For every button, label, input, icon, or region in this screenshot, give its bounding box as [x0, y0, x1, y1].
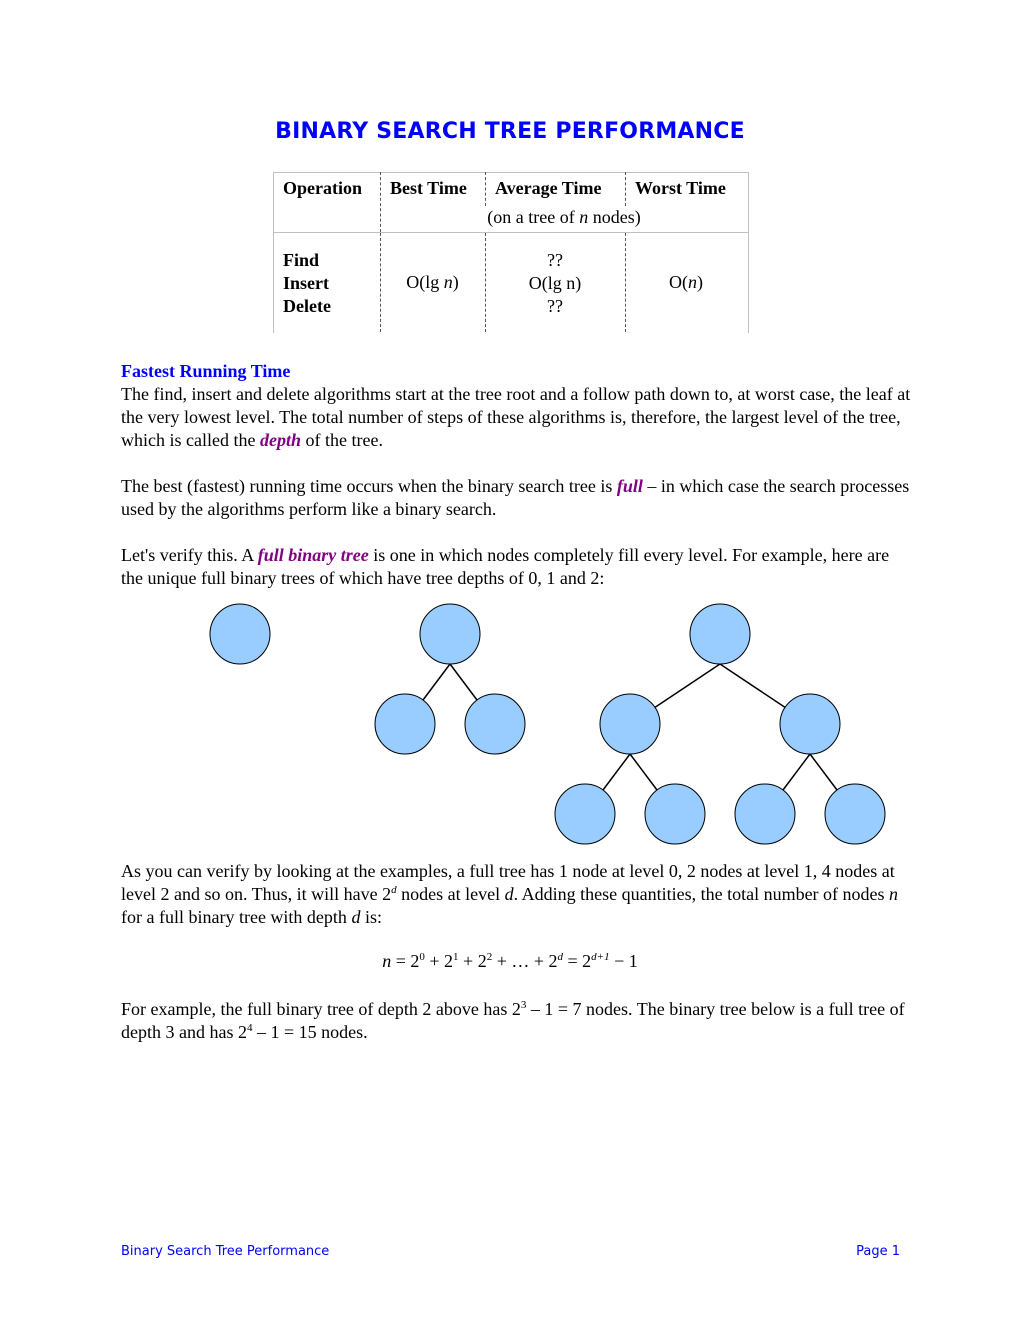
paragraph-level-counts: As you can verify by looking at the exam…: [121, 860, 911, 929]
tree-edge: [449, 663, 478, 701]
tree-edge: [602, 753, 631, 791]
tree-node: [689, 603, 751, 665]
formula-n: n: [382, 951, 392, 971]
tree-edge: [809, 753, 838, 791]
formula-part: = 2: [391, 951, 420, 971]
tree-edge: [422, 663, 451, 701]
p4-text-d: for a full binary tree with depth: [121, 907, 352, 927]
tree-node: [734, 783, 796, 845]
p5-text-a: For example, the full binary tree of dep…: [121, 999, 521, 1019]
p4-text-e: is:: [360, 907, 382, 927]
tree-node: [209, 603, 271, 665]
tree-node: [779, 693, 841, 755]
footer-title: Binary Search Tree Performance: [121, 1244, 330, 1259]
tree-node: [599, 693, 661, 755]
tree-node: [419, 603, 481, 665]
formula-part: − 1: [609, 951, 638, 971]
formula-exp: d+1: [591, 951, 610, 963]
tree-edge: [654, 663, 721, 708]
p4-text-b: nodes at level: [396, 884, 505, 904]
p5-text-c: – 1 = 15 nodes.: [252, 1022, 368, 1042]
footer-page-number: Page 1: [856, 1244, 900, 1259]
tree-node: [464, 693, 526, 755]
p4-text-c: . Adding these quantities, the total num…: [513, 884, 890, 904]
formula-part: = 2: [563, 951, 592, 971]
formula-part: + 2: [424, 951, 454, 971]
tree-node: [374, 693, 436, 755]
formula-part: + 2: [458, 951, 487, 971]
paragraph-examples: For example, the full binary tree of dep…: [121, 998, 911, 1044]
node-count-formula: n = 20 + 21 + 22 + … + 2d = 2d+1 − 1: [0, 951, 1020, 972]
p4-var-n: n: [889, 884, 899, 904]
tree-node: [554, 783, 616, 845]
full-binary-trees-diagram: [209, 603, 886, 845]
formula-part: + … + 2: [492, 951, 558, 971]
tree-edge: [782, 753, 811, 791]
tree-node: [644, 783, 706, 845]
tree-edge: [719, 663, 786, 708]
tree-node: [824, 783, 886, 845]
p4-var-d: d: [504, 884, 514, 904]
tree-edge: [629, 753, 658, 791]
